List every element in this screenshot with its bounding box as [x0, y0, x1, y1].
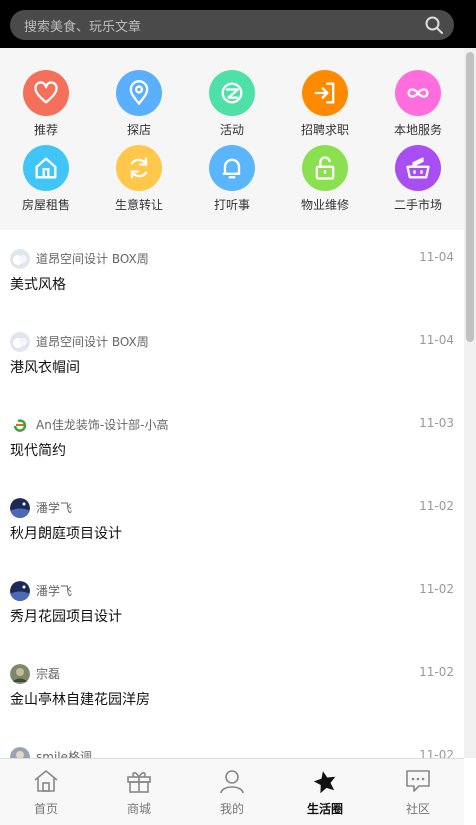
- post-date: 11-02: [419, 748, 454, 758]
- search-input[interactable]: 搜索美食、玩乐文章: [10, 10, 454, 40]
- grid-item-bubble: [395, 145, 441, 191]
- author-name: 潘学飞: [36, 501, 73, 515]
- list-item[interactable]: 宗磊 11-02 金山亭林自建花园洋房: [0, 645, 464, 729]
- grid-item-label: 物业维修: [300, 198, 349, 212]
- e-logo-avatar: [10, 415, 30, 435]
- post-title: 秋月朗庭项目设计: [10, 526, 122, 542]
- cloud-avatar: [10, 332, 30, 352]
- bottom-tab-bar: 首页 商城 我的 生活圈 社区: [0, 758, 464, 825]
- location-pin-icon: [129, 80, 149, 106]
- list-item[interactable]: smile格调 11-02: [0, 728, 464, 758]
- tab-mine[interactable]: 我的: [186, 767, 278, 817]
- list-item[interactable]: An佳龙装饰-设计部-小高 11-03 现代简约: [0, 396, 464, 480]
- grid-item-local-service[interactable]: 本地服务: [372, 70, 464, 138]
- photo-avatar: [10, 747, 30, 758]
- tab-community[interactable]: 社区: [372, 767, 464, 817]
- grid-item-jobs[interactable]: 招聘求职: [279, 70, 371, 138]
- refresh-icon: [130, 157, 148, 179]
- list-item[interactable]: 潘学飞 11-02 秀月花园项目设计: [0, 562, 464, 646]
- tab-mall[interactable]: 商城: [93, 767, 185, 817]
- tab-life-circle[interactable]: 生活圈: [279, 767, 371, 817]
- post-date: 11-04: [419, 333, 454, 347]
- author-name: 道昂空间设计 BOX周: [36, 252, 149, 266]
- scrollbar[interactable]: [464, 48, 476, 758]
- grid-item-recommend[interactable]: 推荐: [0, 70, 92, 138]
- grid-item-inquiry[interactable]: 打听事: [186, 145, 278, 213]
- tab-label: 社区: [405, 802, 430, 816]
- chat-icon: [406, 770, 430, 792]
- scrollbar-thumb[interactable]: [466, 52, 474, 342]
- post-title: 现代简约: [10, 443, 66, 459]
- grid-item-second-hand[interactable]: 二手市场: [372, 145, 464, 213]
- grid-item-label: 生意转让: [114, 198, 163, 212]
- author-name: smile格调: [36, 750, 92, 758]
- post-title: 秀月花园项目设计: [10, 609, 122, 625]
- grid-item-label: 招聘求职: [300, 123, 349, 137]
- author-name: 宗磊: [36, 667, 61, 681]
- grid-item-label: 探店: [126, 123, 151, 137]
- bell-icon: [222, 158, 241, 179]
- grid-item-activity[interactable]: 活动: [186, 70, 278, 138]
- grid-item-label: 打听事: [213, 198, 250, 212]
- post-title: 金山亭林自建花园洋房: [10, 692, 150, 708]
- login-door-icon: [314, 82, 335, 104]
- post-date: 11-03: [419, 416, 454, 430]
- grid-item-explore[interactable]: 探店: [93, 70, 185, 138]
- user-icon: [220, 770, 244, 794]
- grid-item-label: 房屋租售: [21, 198, 70, 212]
- search-placeholder: 搜索美食、玩乐文章: [24, 20, 142, 35]
- post-date: 11-02: [419, 499, 454, 513]
- house-icon: [35, 157, 57, 179]
- grid-item-bubble: [116, 70, 162, 116]
- author-name: An佳龙装饰-设计部-小高: [36, 418, 169, 432]
- unlock-icon: [315, 156, 335, 180]
- post-date: 11-02: [419, 665, 454, 679]
- grid-item-business-transfer[interactable]: 生意转让: [93, 145, 185, 213]
- tab-label: 生活圈: [306, 802, 343, 816]
- cloud-avatar: [10, 249, 30, 269]
- grid-item-bubble: [23, 70, 69, 116]
- grid-item-bubble: [209, 145, 255, 191]
- tab-label: 首页: [33, 802, 58, 816]
- heart-icon: [34, 81, 58, 104]
- grid-item-label: 二手市场: [393, 198, 442, 212]
- author-name: 潘学飞: [36, 584, 73, 598]
- grid-item-property-repair[interactable]: 物业维修: [279, 145, 371, 213]
- photo-avatar: [10, 664, 30, 684]
- gift-icon: [127, 772, 151, 793]
- list-item[interactable]: 潘学飞 11-02 秋月朗庭项目设计: [0, 479, 464, 563]
- grid-item-bubble: [302, 145, 348, 191]
- grid-item-label: 本地服务: [393, 123, 442, 137]
- grid-item-housing[interactable]: 房屋租售: [0, 145, 92, 213]
- activity-icon: [221, 82, 243, 104]
- search-icon[interactable]: [424, 15, 444, 35]
- post-title: 港风衣帽间: [10, 360, 80, 376]
- basket-icon: [406, 157, 430, 179]
- list-item[interactable]: 道昂空间设计 BOX周 11-04 美式风格: [0, 230, 464, 314]
- night-sky-avatar: [10, 498, 30, 518]
- night-sky-avatar: [10, 581, 30, 601]
- grid-item-bubble: [116, 145, 162, 191]
- grid-item-bubble: [395, 70, 441, 116]
- tab-label: 商城: [126, 802, 151, 816]
- infinity-icon: [407, 88, 429, 98]
- home-icon: [34, 770, 58, 792]
- post-title: 美式风格: [10, 277, 66, 293]
- tab-home[interactable]: 首页: [0, 767, 92, 817]
- post-date: 11-02: [419, 582, 454, 596]
- star-icon: [313, 771, 336, 794]
- list-item[interactable]: 道昂空间设计 BOX周 11-04 港风衣帽间: [0, 313, 464, 397]
- grid-item-label: 活动: [219, 123, 244, 137]
- tab-label: 我的: [219, 802, 244, 816]
- top-bar: 搜索美食、玩乐文章: [0, 0, 476, 48]
- grid-item-label: 推荐: [33, 123, 58, 137]
- grid-item-bubble: [23, 145, 69, 191]
- category-grid: 推荐 探店 活动 招聘求职 本地服务 房屋租售 生意转让 打听事 物业维修 二手…: [0, 48, 464, 230]
- author-name: 道昂空间设计 BOX周: [36, 335, 149, 349]
- grid-item-bubble: [209, 70, 255, 116]
- article-list: 道昂空间设计 BOX周 11-04 美式风格 道昂空间设计 BOX周 11-04…: [0, 230, 464, 758]
- grid-item-bubble: [302, 70, 348, 116]
- post-date: 11-04: [419, 250, 454, 264]
